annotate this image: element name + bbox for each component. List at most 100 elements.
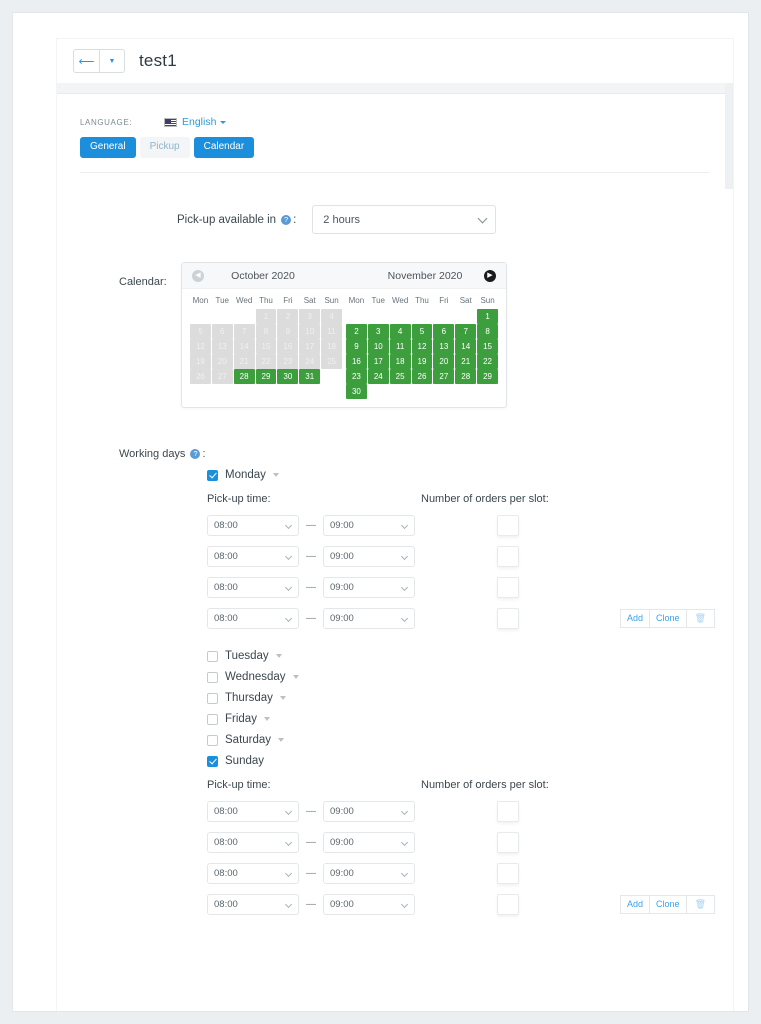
tab-general[interactable]: General <box>80 137 136 158</box>
calendar-day-cell[interactable]: 5 <box>411 324 433 339</box>
orders-per-slot-input[interactable] <box>497 577 519 598</box>
caret-down-icon[interactable] <box>275 654 282 658</box>
calendar-day-cell[interactable]: 15 <box>477 339 498 354</box>
calendar-day-cell: 4 <box>321 309 342 324</box>
slot-end-time-select[interactable]: 09:00 <box>323 577 415 598</box>
trash-icon[interactable]: 🗑 <box>686 609 715 628</box>
calendar-day-cell[interactable]: 26 <box>411 369 433 384</box>
caret-down-icon[interactable] <box>292 675 299 679</box>
question-mark-icon[interactable]: ? <box>190 449 201 459</box>
calendar-day-cell[interactable]: 29 <box>255 369 277 384</box>
calendar-day-cell[interactable]: 22 <box>477 354 498 369</box>
slot-end-time-select[interactable]: 09:00 <box>323 894 415 915</box>
calendar-day-cell[interactable]: 2 <box>346 324 367 339</box>
calendar-day-cell[interactable]: 18 <box>389 354 411 369</box>
calendar-day-cell[interactable]: 28 <box>455 369 477 384</box>
slot-end-time-select[interactable]: 09:00 <box>323 801 415 822</box>
working-day-checkbox-friday[interactable] <box>207 713 218 725</box>
working-day-checkbox-tuesday[interactable] <box>207 650 218 662</box>
orders-per-slot-input[interactable] <box>497 801 519 822</box>
tab-calendar[interactable]: Calendar <box>193 137 255 158</box>
orders-per-slot-input[interactable] <box>497 832 519 853</box>
caret-down-icon[interactable] <box>278 738 285 742</box>
calendar-day-cell[interactable]: 31 <box>299 369 321 384</box>
orders-per-slot-input[interactable] <box>497 894 519 915</box>
calendar-month-title-0: October 2020 <box>231 269 295 282</box>
calendar-day-cell[interactable]: 23 <box>346 369 367 384</box>
calendar-day-cell[interactable]: 28 <box>233 369 255 384</box>
calendar-day-cell[interactable]: 16 <box>346 354 367 369</box>
tab-pickup[interactable]: Pickup <box>139 137 190 158</box>
calendar-day-cell[interactable]: 1 <box>477 309 498 324</box>
back-history-dropdown-button[interactable]: ▼ <box>99 49 125 73</box>
calendar-day-cell[interactable]: 12 <box>411 339 433 354</box>
clone-slot-button[interactable]: Clone <box>650 895 687 914</box>
calendar-day-cell[interactable]: 21 <box>455 354 477 369</box>
slot-row: 08:00 — 09:00 <box>57 515 733 536</box>
slot-start-time-select[interactable]: 08:00 <box>207 546 299 567</box>
working-day-checkbox-thursday[interactable] <box>207 692 218 704</box>
calendar-day-cell[interactable]: 3 <box>367 324 389 339</box>
calendar-day-cell[interactable]: 6 <box>433 324 455 339</box>
slot-start-time-select[interactable]: 08:00 <box>207 577 299 598</box>
slot-start-time-select[interactable]: 08:00 <box>207 863 299 884</box>
slot-start-time-select[interactable]: 08:00 <box>207 608 299 629</box>
slot-end-time-select[interactable]: 09:00 <box>323 832 415 853</box>
caret-down-icon[interactable] <box>263 717 270 721</box>
orders-per-slot-input[interactable] <box>497 515 519 536</box>
calendar-day-cell: 26 <box>190 369 211 384</box>
back-button[interactable]: ⟵ <box>73 49 99 73</box>
calendar-widget: ◀ October 2020 November 2020 ▶ Mon Tue Wed… <box>181 262 507 408</box>
calendar-day-cell[interactable]: 25 <box>389 369 411 384</box>
working-day-checkbox-wednesday[interactable] <box>207 671 218 683</box>
calendar-day-cell[interactable]: 30 <box>277 369 299 384</box>
caret-down-icon[interactable] <box>272 473 279 477</box>
calendar-day-cell[interactable]: 29 <box>477 369 498 384</box>
calendar-day-cell[interactable]: 9 <box>346 339 367 354</box>
calendar-day-cell[interactable]: 4 <box>389 324 411 339</box>
calendar-day-cell: 13 <box>211 339 233 354</box>
slot-end-time-select[interactable]: 09:00 <box>323 608 415 629</box>
working-day-checkbox-sunday[interactable] <box>207 755 218 767</box>
question-mark-icon[interactable]: ? <box>281 214 292 225</box>
next-month-arrow-icon[interactable]: ▶ <box>484 270 496 282</box>
calendar-day-cell: 23 <box>277 354 299 369</box>
calendar-day-cell[interactable]: 27 <box>433 369 455 384</box>
pickup-available-select[interactable]: 2 hours <box>312 205 497 234</box>
slot-row: 08:00 — 09:00 <box>57 801 733 822</box>
caret-down-icon[interactable] <box>279 696 286 700</box>
prev-month-arrow-icon[interactable]: ◀ <box>192 270 204 282</box>
trash-icon[interactable]: 🗑 <box>686 895 715 914</box>
slot-end-time-select[interactable]: 09:00 <box>323 515 415 536</box>
calendar-day-cell[interactable]: 7 <box>455 324 477 339</box>
calendar-day-cell: 21 <box>233 354 255 369</box>
working-day-checkbox-saturday[interactable] <box>207 734 218 746</box>
calendar-day-cell: 11 <box>321 324 342 339</box>
slot-start-time-select[interactable]: 08:00 <box>207 515 299 536</box>
chevron-down-icon <box>400 807 409 816</box>
calendar-day-cell[interactable]: 30 <box>346 384 367 399</box>
slot-start-time-select[interactable]: 08:00 <box>207 801 299 822</box>
calendar-day-cell[interactable]: 10 <box>367 339 389 354</box>
calendar-day-cell[interactable]: 24 <box>367 369 389 384</box>
orders-per-slot-input[interactable] <box>497 608 519 629</box>
calendar-day-cell[interactable]: 17 <box>367 354 389 369</box>
slot-end-time-select[interactable]: 09:00 <box>323 863 415 884</box>
calendar-day-cell[interactable]: 19 <box>411 354 433 369</box>
calendar-day-cell[interactable]: 8 <box>477 324 498 339</box>
orders-per-slot-input[interactable] <box>497 863 519 884</box>
calendar-day-cell[interactable]: 13 <box>433 339 455 354</box>
slot-start-time-select[interactable]: 08:00 <box>207 894 299 915</box>
calendar-day-cell[interactable]: 11 <box>389 339 411 354</box>
clone-slot-button[interactable]: Clone <box>650 609 687 628</box>
calendar-day-cell[interactable]: 20 <box>433 354 455 369</box>
slot-end-time-select[interactable]: 09:00 <box>323 546 415 567</box>
add-slot-button[interactable]: Add <box>620 609 651 628</box>
slot-start-time-select[interactable]: 08:00 <box>207 832 299 853</box>
calendar-day-cell[interactable]: 14 <box>455 339 477 354</box>
chevron-down-icon <box>284 583 293 592</box>
language-selector[interactable]: English <box>164 116 227 128</box>
orders-per-slot-input[interactable] <box>497 546 519 567</box>
working-day-checkbox-monday[interactable] <box>207 469 218 481</box>
add-slot-button[interactable]: Add <box>620 895 651 914</box>
